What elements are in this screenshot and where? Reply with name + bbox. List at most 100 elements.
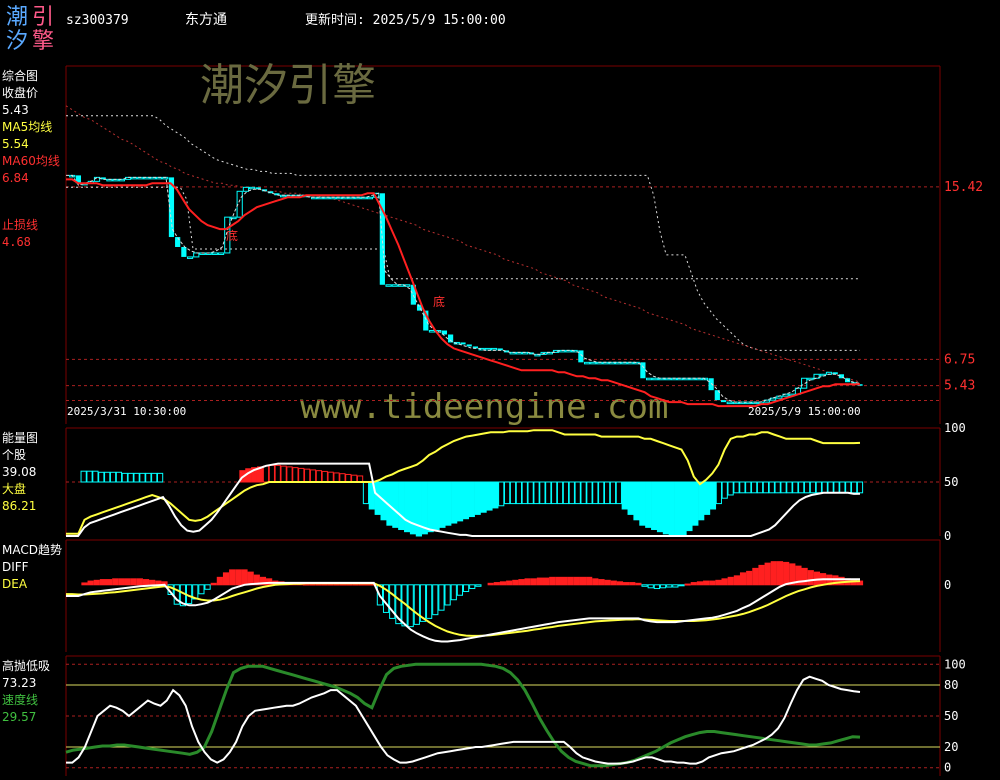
- candle: [708, 378, 714, 391]
- energy-bar: [439, 481, 446, 528]
- chart-canvas: sz300379 东方通 更新时间: 2025/5/9 15:00:00 潮汐引擎 ww…: [2, 12, 983, 776]
- energy-bar: [398, 481, 405, 531]
- energy-bar: [739, 481, 746, 494]
- candle: [211, 252, 218, 255]
- energy-bar: [492, 481, 499, 509]
- energy-bar: [133, 472, 140, 483]
- speed-line: [65, 662, 861, 768]
- macd-bar: [586, 576, 593, 586]
- macd-bar: [813, 571, 821, 586]
- panel-title: 能量图: [2, 431, 38, 445]
- bottom-marker: 底: [226, 228, 238, 243]
- macd-bar: [758, 564, 765, 586]
- candle: [807, 377, 814, 381]
- energy-bar: [109, 471, 117, 483]
- energy-bar: [839, 481, 846, 494]
- energy-bar: [592, 481, 599, 505]
- candle: [366, 196, 374, 200]
- legend-label: 速度线: [2, 692, 38, 707]
- macd-bar: [142, 579, 150, 586]
- macd-bar: [493, 582, 500, 586]
- energy-bar: [98, 471, 105, 483]
- energy-bar: [851, 481, 858, 494]
- macd-bar: [247, 571, 254, 586]
- macd-bar: [229, 569, 236, 586]
- macd-bar: [136, 578, 143, 586]
- macd-bar: [641, 584, 648, 587]
- macd-bar: [715, 579, 722, 586]
- macd-bar: [426, 584, 433, 619]
- candle: [726, 401, 733, 405]
- energy-red-bar: [280, 465, 287, 483]
- energy-bar: [515, 481, 522, 505]
- legend-label: 5.54: [2, 137, 29, 151]
- candle: [181, 246, 187, 257]
- energy-bar: [645, 481, 652, 528]
- energy-bar: [845, 481, 852, 494]
- energy-red-bar: [339, 473, 346, 483]
- macd-bar: [222, 572, 230, 586]
- band-upper: [66, 115, 860, 351]
- energy-bar: [680, 481, 687, 537]
- energy-bar: [856, 481, 864, 494]
- energy-bar: [139, 472, 146, 483]
- macd-bar: [130, 578, 137, 586]
- energy-bar: [686, 481, 693, 532]
- energy-red-bar: [298, 467, 305, 483]
- energy-bar: [727, 481, 734, 496]
- macd-bar: [530, 578, 537, 586]
- energy-bar: [539, 481, 546, 505]
- macd-zero-tick: 0: [944, 578, 951, 592]
- energy-bar: [792, 481, 799, 494]
- candle: [484, 347, 491, 351]
- macd-bar: [124, 578, 131, 586]
- energy-bar: [562, 481, 570, 505]
- macd-bar: [216, 576, 223, 586]
- energy-bar: [115, 471, 123, 483]
- energy-bar: [756, 481, 764, 494]
- candle: [460, 342, 466, 345]
- energy-bar: [762, 481, 769, 494]
- energy-bar: [656, 481, 664, 533]
- legend-label: MA60均线: [2, 154, 60, 168]
- energy-bar: [639, 481, 646, 526]
- legend-label: DEA: [2, 577, 28, 591]
- candle: [385, 284, 392, 287]
- tide-tick: 50: [944, 709, 958, 723]
- energy-bar: [468, 481, 475, 518]
- macd-bar: [696, 581, 704, 586]
- update-time: 更新时间: 2025/5/9 15:00:00: [305, 12, 506, 28]
- candle: [652, 377, 659, 381]
- energy-bar: [127, 472, 134, 483]
- macd-bar: [112, 578, 119, 586]
- macd-bar: [635, 582, 642, 586]
- energy-bar: [621, 481, 628, 510]
- macd-bar: [210, 582, 217, 586]
- energy-bar: [86, 470, 93, 483]
- macd-bar: [567, 576, 574, 586]
- macd-bar: [456, 584, 464, 596]
- energy-bar: [709, 481, 717, 510]
- tide-tick: 100: [944, 657, 966, 671]
- macd-bar: [524, 578, 531, 586]
- energy-tick: 0: [944, 529, 951, 543]
- macd-bar: [801, 567, 808, 586]
- energy-bar: [662, 481, 670, 535]
- energy-bar: [615, 481, 622, 505]
- energy-bar: [474, 481, 481, 515]
- energy-bar: [809, 481, 817, 494]
- macd-bar: [87, 580, 94, 586]
- candle: [645, 377, 653, 381]
- energy-red-bar: [286, 466, 293, 483]
- energy-red-bar: [292, 467, 299, 483]
- energy-bar: [404, 481, 411, 533]
- energy-bar: [104, 471, 111, 483]
- candle: [217, 252, 225, 255]
- macd-bar: [542, 577, 550, 586]
- stop-loss-label: 止损线: [2, 218, 38, 232]
- price-tick: 6.75: [944, 352, 975, 367]
- energy-bar: [780, 481, 787, 494]
- macd-bar: [81, 582, 88, 586]
- macd-bar: [666, 584, 673, 588]
- macd-bar: [432, 584, 439, 616]
